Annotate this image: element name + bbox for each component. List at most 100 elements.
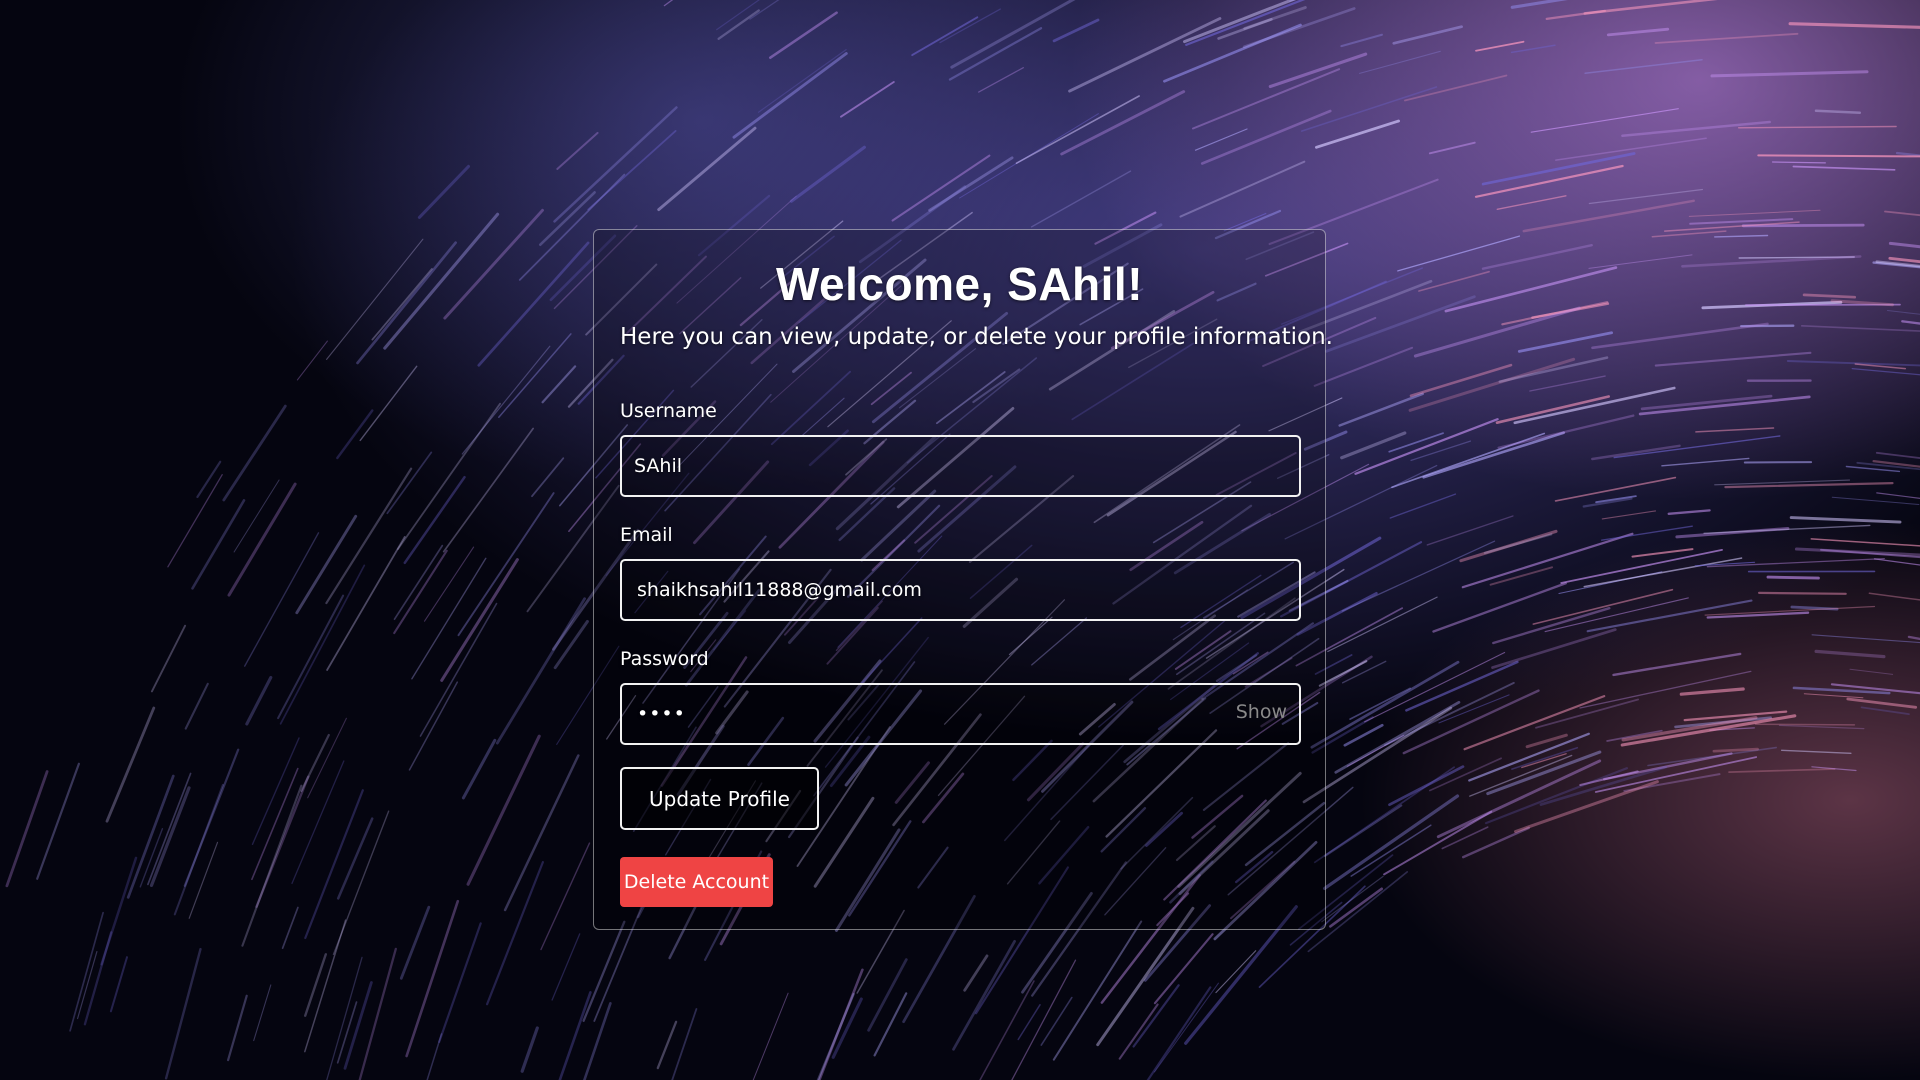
light-streak (1811, 634, 1920, 644)
username-field[interactable] (620, 435, 1301, 497)
light-streak (1052, 920, 1143, 1061)
profile-card: Welcome, SAhil! Here you can view, updat… (593, 229, 1333, 930)
light-streak (183, 748, 240, 887)
light-streak (423, 546, 475, 622)
light-streak (325, 467, 413, 605)
light-streak (1710, 70, 1869, 78)
light-streak (393, 549, 448, 635)
light-streak (553, 106, 678, 223)
light-streak (149, 786, 191, 888)
light-streak (1364, 651, 1506, 723)
light-streak (1810, 538, 1920, 547)
light-streak (393, 544, 444, 621)
light-streak (326, 956, 363, 1080)
light-streak (1588, 254, 1693, 269)
light-streak (1661, 457, 1750, 467)
light-streak (498, 333, 572, 418)
light-streak (1496, 195, 1567, 210)
light-streak (1429, 757, 1502, 792)
delete-account-button[interactable]: Delete Account (620, 857, 773, 907)
light-streak (1530, 108, 1679, 133)
light-streak (1405, 660, 1519, 712)
light-streak (1706, 611, 1810, 619)
light-streak (1268, 52, 1368, 89)
light-streak (1703, 524, 1871, 534)
light-streak (1757, 154, 1920, 158)
update-profile-button[interactable]: Update Profile (620, 767, 819, 830)
light-streak (417, 164, 470, 219)
email-input[interactable] (622, 561, 1299, 619)
light-streak (1620, 714, 1797, 747)
light-streak (461, 345, 551, 455)
light-streak (1873, 558, 1920, 566)
light-streak (1679, 687, 1745, 696)
light-streak (184, 682, 209, 730)
light-streak (749, 0, 780, 20)
light-streak (1601, 510, 1657, 520)
light-streak (1118, 1003, 1159, 1060)
light-streak (1583, 0, 1718, 15)
light-streak (768, 11, 838, 60)
light-streak (457, 492, 555, 637)
light-streak (222, 404, 287, 502)
light-streak (950, 0, 1076, 69)
light-streak (732, 52, 848, 139)
light-streak (816, 992, 855, 1080)
light-streak (978, 67, 1024, 93)
light-streak (1513, 386, 1676, 425)
light-streak (1068, 17, 1222, 93)
light-streak (1146, 986, 1212, 1080)
light-streak (1501, 301, 1609, 326)
light-streak (1350, 824, 1432, 877)
show-password-toggle[interactable]: Show (1236, 701, 1287, 723)
light-streak (1183, 0, 1296, 44)
light-streak (1242, 7, 1356, 49)
light-streak (1591, 322, 1769, 350)
light-streak (1409, 363, 1513, 398)
light-streak (1667, 509, 1711, 515)
light-streak (1621, 120, 1771, 137)
light-streak (963, 954, 989, 992)
light-streak (1310, 660, 1460, 749)
light-streak (948, 27, 1043, 81)
light-streak (408, 681, 459, 771)
light-streak (1153, 933, 1214, 1005)
light-streak (1413, 306, 1581, 358)
light-streak (281, 906, 299, 950)
light-streak (461, 738, 497, 800)
light-streak (1498, 356, 1609, 383)
light-streak (251, 737, 300, 845)
light-streak (1432, 582, 1567, 633)
light-streak (1606, 27, 1670, 37)
light-streak (1481, 243, 1593, 270)
password-field[interactable]: Show (620, 683, 1301, 745)
password-input[interactable] (622, 685, 1299, 743)
light-streak (1728, 768, 1836, 773)
light-streak (1688, 209, 1821, 217)
light-streak (233, 479, 280, 553)
light-streak (399, 905, 431, 980)
light-streak (1522, 199, 1695, 233)
light-streak (1792, 165, 1896, 171)
light-streak (359, 365, 418, 442)
light-streak (1591, 444, 1681, 461)
light-streak (551, 933, 581, 1001)
light-streak (383, 212, 500, 350)
light-streak (789, 145, 866, 203)
username-label: Username (620, 400, 717, 422)
light-streak (1757, 591, 1847, 595)
light-streak (1340, 431, 1407, 460)
username-input[interactable] (622, 437, 1299, 495)
light-streak (840, 81, 895, 118)
light-streak (939, 8, 1001, 44)
email-field[interactable] (620, 559, 1301, 621)
light-streak (336, 817, 374, 900)
light-streak (150, 624, 187, 693)
light-streak (1846, 697, 1918, 709)
light-streak (1461, 532, 1634, 589)
light-streak (911, 16, 979, 57)
light-streak (1780, 749, 1852, 754)
light-streak (867, 958, 908, 1032)
page-title: Welcome, SAhil! (775, 258, 1144, 310)
light-streak (1392, 25, 1463, 45)
